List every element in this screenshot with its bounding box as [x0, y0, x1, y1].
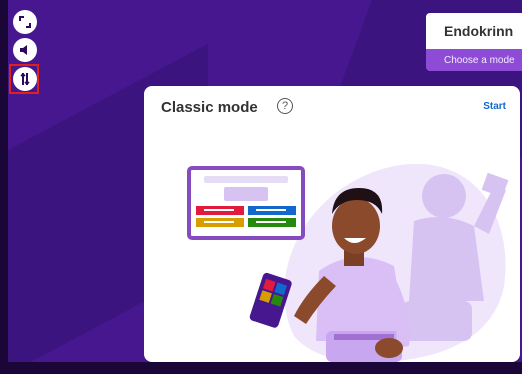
sound-icon	[20, 45, 27, 55]
start-button[interactable]: Start	[483, 101, 506, 112]
settings-button[interactable]	[13, 67, 37, 91]
fullscreen-button[interactable]	[13, 10, 37, 34]
help-icon[interactable]: ?	[277, 98, 293, 114]
left-frame	[0, 0, 8, 374]
bottom-strip	[0, 362, 522, 374]
quiz-subtitle: Choose a mode	[426, 49, 522, 71]
settings-sliders-icon	[20, 72, 30, 86]
game-stage: Endokrinn Choose a mode Classic mode ? S…	[0, 0, 522, 374]
classic-mode-illustration	[187, 163, 509, 362]
phone-illustration	[249, 272, 292, 328]
sound-button[interactable]	[13, 38, 37, 62]
mode-title: Classic mode	[161, 99, 258, 116]
classic-mode-card[interactable]: Classic mode ? Start	[144, 86, 520, 362]
tv-screen-illustration	[187, 166, 305, 240]
fullscreen-icon	[19, 16, 31, 28]
quiz-title: Endokrinn	[426, 13, 522, 49]
quiz-info-card: Endokrinn Choose a mode	[426, 13, 522, 71]
